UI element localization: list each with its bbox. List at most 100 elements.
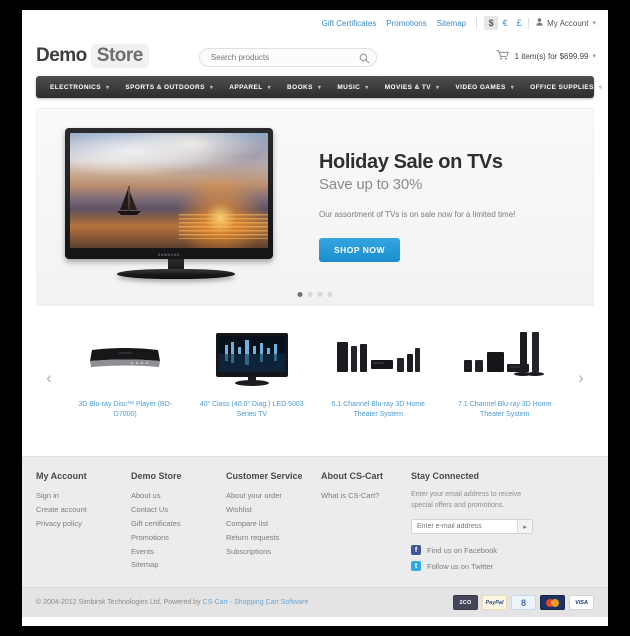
divider (476, 17, 478, 29)
newsletter-form: ▸ (411, 519, 533, 535)
footer-link[interactable]: Events (131, 545, 214, 559)
top-link-sitemap[interactable]: Sitemap (437, 19, 466, 28)
my-account-label: My Account (547, 18, 589, 28)
footer-column-stay-connected: Stay Connected Enter your email address … (411, 471, 594, 577)
cs-cart-link[interactable]: CS-Cart - Shopping Cart Software (203, 599, 309, 606)
newsletter-description: Enter your email address to receive spec… (411, 491, 522, 510)
carousel-product-title: 40" Class (40.0" Diag.) LED 5003 Series … (199, 401, 304, 419)
footer-link[interactable]: Subscriptions (226, 545, 309, 559)
blu-ray-player-image (67, 328, 184, 390)
logo-secondary: Store (90, 44, 149, 68)
currency-eur[interactable]: € (498, 16, 512, 30)
footer-column-title: My Account (36, 471, 87, 481)
main-nav: ELECTRONICS ▾ SPORTS & OUTDOORS ▾ APPARE… (36, 76, 602, 98)
nav-item-movies-tv[interactable]: MOVIES & TV ▾ (377, 84, 448, 91)
chevron-left-icon[interactable]: ‹ (36, 328, 62, 428)
hero-dot-2[interactable] (307, 292, 313, 297)
footer-link[interactable]: Sign in (36, 489, 119, 503)
search-icon[interactable] (359, 51, 370, 63)
nav-item-apparel[interactable]: APPAREL ▾ (221, 84, 279, 91)
carousel-product-title: 7.1 Channel Blu-ray 3D Home Theater Syst… (458, 401, 552, 419)
mastercard-badge (540, 595, 565, 611)
chevron-down-icon: ▾ (592, 53, 596, 60)
footer-link[interactable]: Return requests (226, 531, 309, 545)
search-box (198, 47, 377, 67)
hero-dot-1[interactable] (297, 292, 303, 297)
nav-item-sports-outdoors[interactable]: SPORTS & OUTDOORS ▾ (117, 84, 221, 91)
carousel-product-4[interactable]: 7.1 Channel Blu-ray 3D Home Theater Syst… (442, 328, 569, 420)
sun-reflection (178, 213, 268, 239)
footer-link[interactable]: Gift certificates (131, 517, 214, 531)
nav-label: VIDEO GAMES (455, 83, 506, 91)
footer-link[interactable]: Promotions (131, 531, 214, 545)
user-icon (536, 18, 543, 28)
cart-summary[interactable]: 1 item(s) for $699.99 ▾ (496, 49, 596, 63)
top-link-gift-certificates[interactable]: Gift Certificates (322, 19, 377, 28)
chevron-down-icon: ▾ (435, 84, 440, 91)
social-links: f Find us on Facebook t Follow us on Twi… (411, 545, 582, 572)
footer-link[interactable]: About your order (226, 489, 309, 503)
carousel-items: 3D Blu-ray Disc™ Player (BD-D7000) 40" C… (62, 328, 568, 420)
my-account-menu[interactable]: My Account ▾ (536, 18, 596, 28)
nav-item-books[interactable]: BOOKS ▾ (279, 84, 329, 91)
chevron-down-icon: ▾ (592, 20, 596, 27)
copyright-line: © 2004-2012 Simbirsk Technologies Ltd. P… (36, 599, 203, 607)
nav-label: MOVIES & TV (384, 83, 431, 91)
footer-column-about-cs-cart: About CS-Cart What is CS-Cart? (321, 471, 411, 577)
site-footer: My Account Sign in Create account Privac… (22, 456, 608, 588)
browser-page: Gift Certificates Promotions Sitemap $ €… (22, 10, 608, 626)
2co-badge: 2CO (453, 595, 478, 611)
newsletter-email-input[interactable] (412, 520, 517, 534)
footer-link[interactable]: Wishlist (226, 503, 309, 517)
social-link-twitter[interactable]: t Follow us on Twitter (411, 561, 582, 572)
footer-link-list: About your order Wishlist Compare list R… (226, 489, 309, 558)
hero-banner-wrapper: SAMSUNG Holiday Sale on TVs Save up to 3… (22, 98, 608, 306)
footer-link[interactable]: Contact Us (131, 503, 214, 517)
newsletter-submit-button[interactable]: ▸ (517, 520, 532, 534)
chevron-down-icon: ▾ (209, 84, 214, 91)
footer-link-list: About us Contact Us Gift certificates Pr… (131, 489, 214, 572)
currency-gbp[interactable]: £ (512, 16, 526, 30)
logo-primary: Demo (36, 45, 87, 66)
nav-item-electronics[interactable]: ELECTRONICS ▾ (42, 84, 117, 91)
footer-link[interactable]: Compare list (226, 517, 309, 531)
footer-link[interactable]: What is CS-Cart? (321, 489, 399, 503)
carousel-product-2[interactable]: 40" Class (40.0" Diag.) LED 5003 Series … (189, 328, 316, 420)
social-label: Follow us on Twitter (427, 561, 494, 571)
chevron-right-icon[interactable]: › (568, 328, 594, 428)
chevron-down-icon: ▾ (106, 84, 110, 91)
cart-icon (496, 49, 509, 63)
copyright-text: © 2004-2012 Simbirsk Technologies Ltd. P… (36, 599, 308, 606)
top-link-promotions[interactable]: Promotions (386, 19, 426, 28)
footer-link[interactable]: About us (131, 489, 214, 503)
nav-label: OFFICE SUPPLIES (530, 83, 594, 91)
chevron-down-icon: ▾ (365, 84, 369, 91)
hero-copy: Holiday Sale on TVs Save up to 30% Our a… (319, 151, 569, 263)
tv-brand-label: SAMSUNG (157, 253, 181, 257)
search-input[interactable] (198, 47, 377, 67)
hero-dot-4[interactable] (327, 292, 333, 297)
nav-item-office-supplies[interactable]: OFFICE SUPPLIES ▾ (522, 84, 608, 91)
footer-column-title: Demo Store (131, 471, 182, 481)
footer-column-title: Customer Service (226, 471, 303, 481)
carousel-product-3[interactable]: 5.1 Channel Blu-ray 3D Home Theater Syst… (315, 328, 442, 420)
carousel-product-1[interactable]: 3D Blu-ray Disc™ Player (BD-D7000) (62, 328, 189, 420)
tv-screen (70, 133, 268, 248)
currency-usd[interactable]: $ (484, 16, 499, 30)
footer-link[interactable]: Create account (36, 503, 119, 517)
footer-link[interactable]: Privacy policy (36, 517, 119, 531)
hero-dot-3[interactable] (317, 292, 323, 297)
chevron-down-icon: ▾ (598, 84, 603, 91)
home-theater-5-1-image (320, 328, 437, 390)
paypal-badge: PayPal (482, 595, 507, 611)
footer-column-title: Stay Connected (411, 471, 480, 481)
footer-link[interactable]: Sitemap (131, 558, 214, 572)
home-theater-7-1-image (447, 328, 564, 390)
nav-item-music[interactable]: MUSIC ▾ (329, 84, 376, 91)
divider (528, 17, 530, 29)
shop-now-button[interactable]: SHOP NOW (319, 238, 401, 263)
nav-item-video-games[interactable]: VIDEO GAMES ▾ (447, 84, 522, 91)
cart-text: 1 item(s) for $699.99 (514, 51, 589, 61)
site-logo[interactable]: Demo Store (36, 44, 149, 68)
social-link-facebook[interactable]: f Find us on Facebook (411, 545, 582, 556)
